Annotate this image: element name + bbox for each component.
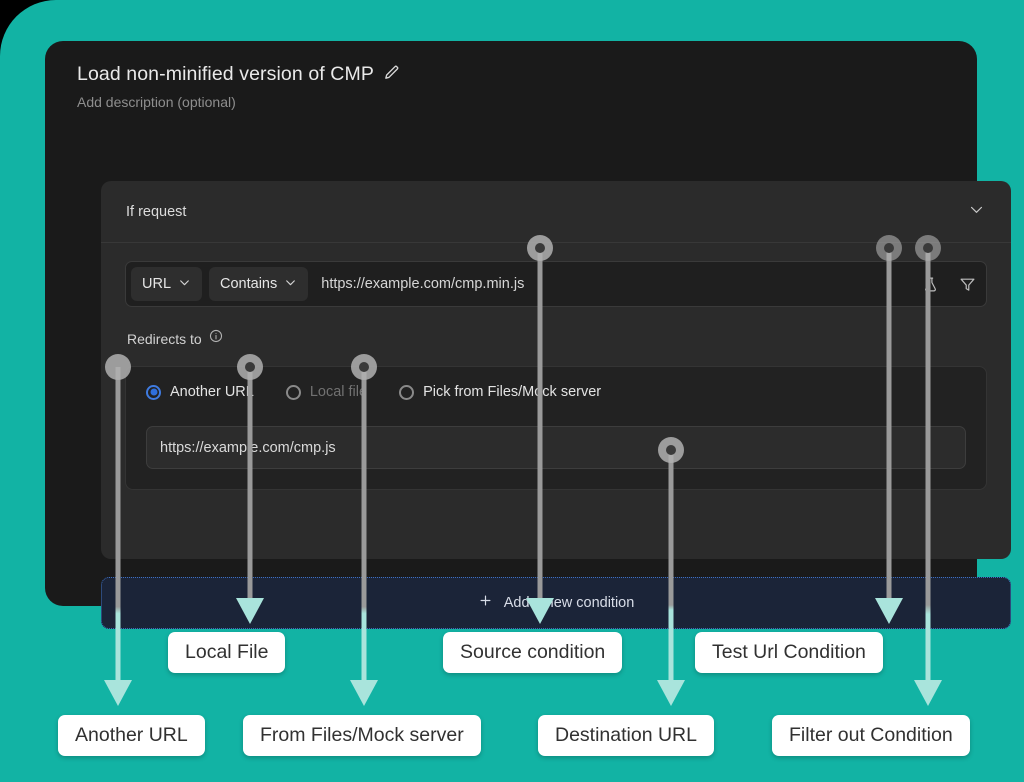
if-request-panel: If request URL Contains https://example.…	[101, 181, 1011, 559]
callout-another-url: Another URL	[58, 715, 205, 756]
add-new-condition-label: Add a new condition	[503, 595, 635, 611]
callout-local-file: Local File	[168, 632, 286, 673]
chevron-down-icon	[178, 276, 191, 293]
add-new-condition-button[interactable]: Add a new condition	[101, 577, 1011, 629]
rule-editor-card: Load non-minified version of CMP Add des…	[45, 41, 1011, 629]
destination-url-input[interactable]	[160, 439, 952, 456]
callout-label: Filter out Condition	[789, 724, 953, 746]
radio-pick-from-files-mock-server[interactable]: Pick from Files/Mock server	[399, 384, 601, 400]
description-field[interactable]: Add description (optional)	[67, 94, 955, 110]
chevron-down-icon[interactable]	[968, 201, 985, 223]
radio-mark-icon	[399, 384, 415, 400]
info-icon[interactable]	[209, 329, 223, 348]
callout-label: Test Url Condition	[712, 641, 866, 663]
if-request-header[interactable]: If request	[101, 181, 1011, 243]
radio-mark-icon	[146, 384, 161, 400]
pencil-icon[interactable]	[383, 64, 400, 86]
callout-test-url-condition: Test Url Condition	[695, 632, 883, 673]
radio-label: Local file	[309, 384, 368, 400]
callout-label: Local File	[185, 641, 269, 663]
operator-select[interactable]: Contains	[209, 267, 309, 301]
radio-label: Pick from Files/Mock server	[423, 384, 602, 400]
callout-label: Source condition	[460, 641, 606, 663]
plus-icon	[478, 593, 493, 613]
test-url-condition-button[interactable]	[915, 269, 945, 299]
callout-destination-url: Destination URL	[538, 715, 714, 756]
destination-url-field[interactable]	[146, 426, 966, 469]
callout-label: Another URL	[75, 724, 188, 746]
if-request-label: If request	[126, 203, 187, 220]
callout-label: Destination URL	[555, 724, 697, 746]
callout-filter-out-condition: Filter out Condition	[772, 715, 970, 756]
source-url-input[interactable]	[315, 276, 908, 292]
redirects-to-row: Redirects to	[125, 329, 987, 348]
operator-select-value: Contains	[220, 276, 278, 292]
callout-from-files-mock-server: From Files/Mock server	[243, 715, 481, 756]
redirect-target-radio-group: Another URL Local file Pick from Files/M…	[146, 384, 966, 400]
radio-mark-icon	[285, 384, 301, 400]
field-select[interactable]: URL	[131, 267, 203, 301]
radio-another-url[interactable]: Another URL	[146, 384, 254, 400]
field-select-value: URL	[142, 276, 172, 292]
condition-body: URL Contains https://example.com/cmp.min…	[101, 243, 1011, 490]
condition-row: URL Contains	[125, 261, 987, 307]
callout-source-condition: Source condition	[443, 632, 623, 673]
redirect-target-panel: Another URL Local file Pick from Files/M…	[125, 366, 987, 490]
chevron-down-icon	[284, 276, 297, 293]
filter-out-condition-button[interactable]	[952, 269, 982, 299]
page-title: Load non-minified version of CMP	[77, 63, 374, 85]
redirects-to-label: Redirects to	[127, 330, 202, 347]
callout-label: From Files/Mock server	[260, 724, 464, 746]
radio-label: Another URL	[170, 384, 254, 400]
radio-local-file[interactable]: Local file	[285, 384, 368, 400]
card-title-row: Load non-minified version of CMP	[67, 63, 955, 86]
